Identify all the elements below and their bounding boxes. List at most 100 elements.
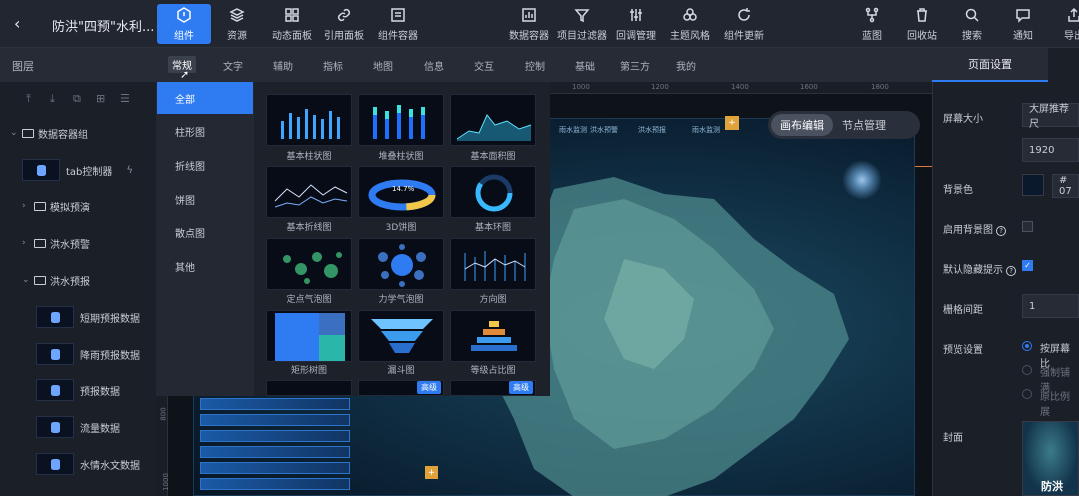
add-icon[interactable]: +: [425, 466, 438, 479]
tab-map[interactable]: 地图: [373, 58, 393, 73]
bg-color-swatch[interactable]: [1022, 174, 1044, 196]
enable-bg-image-checkbox[interactable]: [1022, 221, 1033, 232]
move-bottom-icon[interactable]: ⤓: [50, 92, 55, 106]
gallery-card-force-bubble[interactable]: [358, 238, 444, 290]
tree-folder-flood-warning[interactable]: › 洪水预警: [0, 228, 156, 258]
resource-button[interactable]: 资源: [216, 4, 258, 44]
component-icon: [177, 6, 191, 23]
component-update-button[interactable]: 组件更新: [722, 4, 766, 44]
ref-panel-button[interactable]: 引用面板: [320, 4, 368, 44]
gallery-card-basic-line[interactable]: [266, 166, 352, 218]
data-row: [200, 462, 350, 474]
gallery-card-stacked-bar[interactable]: [358, 94, 444, 146]
project-filter-button[interactable]: 项目过滤器: [556, 4, 608, 44]
category-line[interactable]: 折线图: [157, 149, 253, 181]
gallery-card-direction[interactable]: [450, 238, 536, 290]
tab-mine[interactable]: 我的: [676, 58, 696, 73]
category-all[interactable]: 全部: [157, 82, 253, 114]
default-hide-tip-checkbox[interactable]: ✓: [1022, 260, 1033, 271]
tab-text[interactable]: 文字: [223, 58, 243, 73]
guide-line: [915, 166, 932, 167]
blueprint-button[interactable]: 蓝图: [858, 4, 886, 44]
preview-radio-fit[interactable]: [1022, 341, 1032, 351]
gallery-card-basic-bar[interactable]: [266, 94, 352, 146]
callback-button[interactable]: 回调管理: [614, 4, 658, 44]
recycle-bin-button[interactable]: 回收站: [904, 4, 940, 44]
bg-color-input[interactable]: # 07: [1052, 174, 1079, 198]
gallery-card-funnel[interactable]: [358, 310, 444, 362]
gallery-card-3d-pie[interactable]: 14.7%: [358, 166, 444, 218]
screen-width-input[interactable]: 1920: [1022, 138, 1079, 162]
screen-size-select[interactable]: 大屏推荐尺: [1022, 103, 1079, 130]
ruler-tick: 800: [159, 407, 168, 421]
stacked-bar-thumbnail: [373, 105, 425, 139]
layer-thumbnail: [36, 306, 74, 328]
tree-label: 短期预报数据: [80, 313, 140, 325]
tab-control[interactable]: 控制: [525, 58, 545, 73]
component-button[interactable]: 组件: [157, 4, 211, 44]
gallery-card-fixed-bubble[interactable]: [266, 238, 352, 290]
level-ratio-thumbnail: [471, 321, 517, 351]
database-icon: [50, 348, 60, 360]
gallery-card-basic-area[interactable]: [450, 94, 536, 146]
preview-radio-fill[interactable]: [1022, 365, 1032, 375]
tree-item-tab-controller[interactable]: tab控制器 ϟ: [0, 155, 156, 185]
search-label: 搜索: [962, 30, 982, 42]
tree-item-hydrology-data[interactable]: 水情水文数据: [0, 449, 156, 479]
theme-button[interactable]: 主题风格: [668, 4, 712, 44]
category-scatter[interactable]: 散点图: [157, 216, 253, 248]
tree-label: 洪水预报: [50, 276, 90, 288]
blueprint-icon: [865, 7, 879, 22]
tab-indicator[interactable]: 指标: [323, 58, 343, 73]
category-pie[interactable]: 饼图: [157, 183, 253, 215]
dynamic-panel-button[interactable]: 动态面板: [266, 4, 318, 44]
preview-radio-original[interactable]: [1022, 389, 1032, 399]
move-top-icon[interactable]: ⤒: [26, 92, 31, 106]
export-button[interactable]: 导出: [1060, 4, 1079, 44]
light-glow: [842, 160, 882, 200]
tab-page-settings[interactable]: 页面设置: [932, 48, 1048, 82]
layer-thumbnail: [36, 343, 74, 365]
tree-item-forecast-data[interactable]: 预报数据: [0, 375, 156, 405]
grid-spacing-input[interactable]: 1: [1022, 294, 1079, 318]
tab-info[interactable]: 信息: [424, 58, 444, 73]
align-icon[interactable]: ☰: [120, 92, 130, 105]
layer-thumbnail: [36, 379, 74, 401]
help-icon[interactable]: ?: [1006, 266, 1016, 276]
group-icon[interactable]: ⧉: [73, 92, 81, 106]
tab-basic[interactable]: 基础: [575, 58, 595, 73]
node-manage-button[interactable]: 节点管理: [833, 114, 895, 136]
gallery-card-level-ratio[interactable]: [450, 310, 536, 362]
force-bubble-thumbnail: [378, 244, 426, 287]
ungroup-icon[interactable]: ⊞: [96, 92, 105, 105]
gallery-card-more[interactable]: [266, 380, 352, 396]
gallery-card-label: 基本折线图: [286, 223, 332, 233]
tree-item-short-forecast[interactable]: 短期预报数据: [0, 302, 156, 332]
layers-icon: [229, 7, 245, 22]
category-bar[interactable]: 柱形图: [157, 115, 253, 147]
category-other[interactable]: 其他: [157, 250, 253, 282]
add-icon[interactable]: +: [725, 116, 739, 130]
database-icon: [50, 458, 60, 470]
tree-item-flow-data[interactable]: 流量数据: [0, 412, 156, 442]
cover-image[interactable]: 防洪: [1022, 421, 1079, 496]
ruler-tick: 1800: [871, 83, 889, 91]
tab-auxiliary[interactable]: 辅助: [273, 58, 293, 73]
search-button[interactable]: 搜索: [958, 4, 986, 44]
tab-third-party[interactable]: 第三方: [620, 58, 650, 73]
tree-item-rain-forecast[interactable]: 降雨预报数据: [0, 339, 156, 369]
back-icon[interactable]: ‹: [14, 14, 20, 33]
map-tab-label: 雨水监测: [692, 126, 720, 134]
tree-folder-flood-forecast[interactable]: ⌄ 洪水预报: [0, 265, 156, 295]
tree-folder-simulation[interactable]: › 模拟预演: [0, 191, 156, 221]
gallery-card-label: 堆叠柱状图: [378, 152, 424, 162]
notification-button[interactable]: 通知: [1009, 4, 1037, 44]
gallery-card-basic-ring[interactable]: [450, 166, 536, 218]
tree-folder-data-container-group[interactable]: ⌄ 数据容器组: [0, 118, 156, 148]
tab-interaction[interactable]: 交互: [474, 58, 494, 73]
data-container-button[interactable]: 数据容器: [508, 4, 550, 44]
gallery-card-treemap[interactable]: [266, 310, 352, 362]
help-icon[interactable]: ?: [996, 226, 1006, 236]
canvas-edit-button[interactable]: 画布编辑: [771, 114, 833, 136]
component-container-button[interactable]: 组件容器: [374, 4, 422, 44]
